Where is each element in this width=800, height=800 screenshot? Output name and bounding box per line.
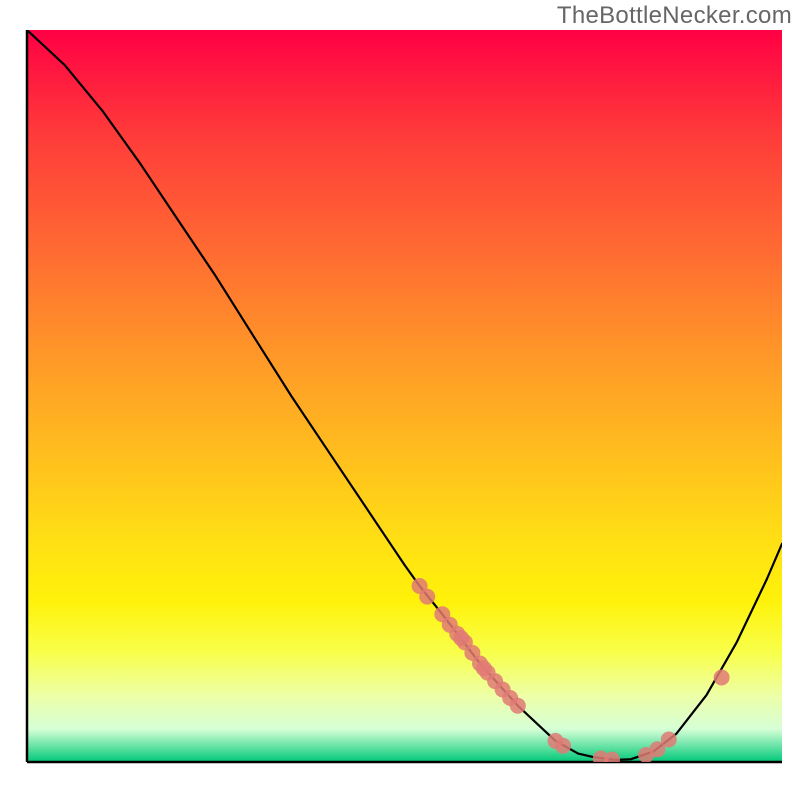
- data-point: [714, 670, 730, 686]
- plot-background: [27, 30, 782, 762]
- chart-container: TheBottleNecker.com: [0, 0, 800, 800]
- data-point: [604, 752, 620, 768]
- bottleneck-curve-chart: [0, 0, 800, 800]
- watermark-text: TheBottleNecker.com: [557, 2, 792, 30]
- data-point: [661, 732, 677, 748]
- data-point: [555, 738, 571, 754]
- data-point: [419, 589, 435, 605]
- data-point: [510, 698, 526, 714]
